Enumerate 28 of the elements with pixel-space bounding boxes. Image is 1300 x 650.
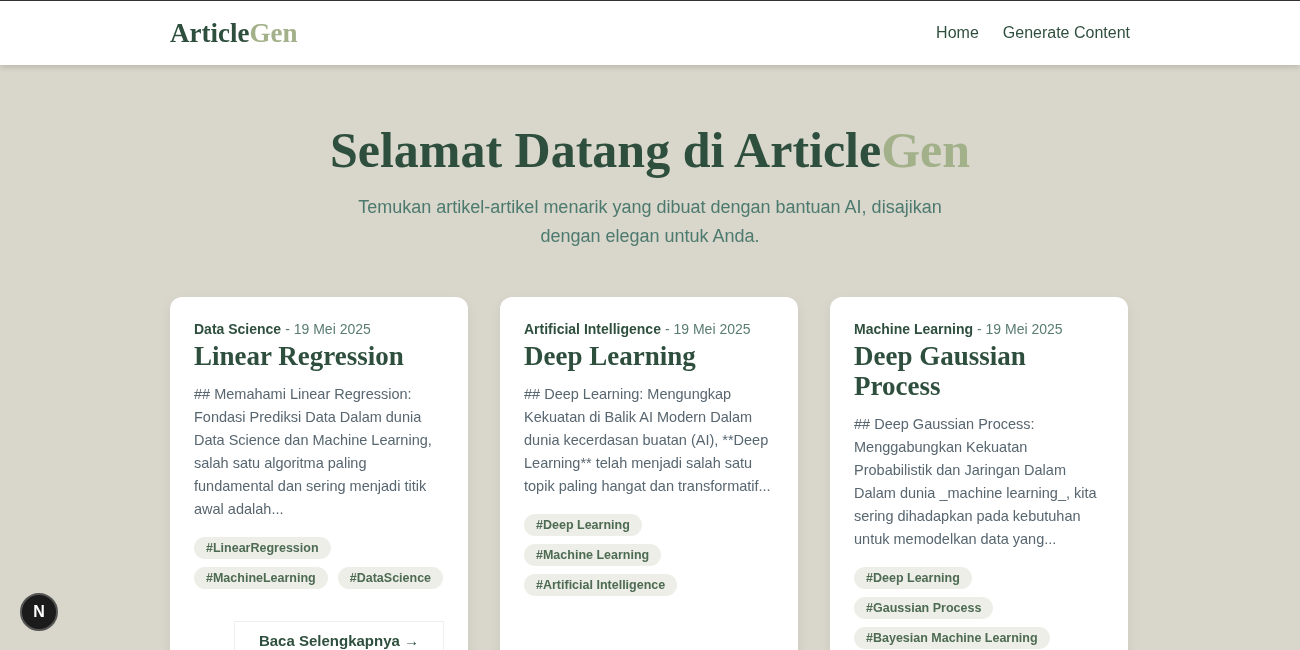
tag: #Deep Learning	[524, 514, 642, 536]
read-more-button[interactable]: Baca Selengkapnya →	[233, 621, 444, 650]
tag: #Artificial Intelligence	[524, 574, 678, 596]
tag: #Gaussian Process	[854, 597, 994, 619]
logo[interactable]: ArticleGen	[170, 17, 298, 49]
article-excerpt: ## Deep Gaussian Process: Menggabungkan Kekuatan Probabilistik dan Jaringan Dalam Dalam dunia _machine learning_, kita sering dihadapkan pada kebutuhan untuk memodelkan data yang...	[854, 415, 1098, 549]
tag: #Deep Learning	[854, 567, 972, 589]
article-category: Machine Learning	[854, 321, 974, 337]
article-excerpt: ## Memahami Linear Regression: Fondasi Prediksi Data Dalam dunia Data Science dan Machine Learning, salah satu algoritma paling fundamental dan sering menjadi titik awal adalah...	[194, 385, 433, 519]
article-excerpt: ## Deep Learning: Mengungkap Kekuatan di Balik AI Modern Dalam dunia kecerdasan buatan (AI), **Deep Learning** telah menjadi salah satu topik paling hangat dan transformatif...	[524, 385, 772, 496]
article-date: - 19 Mei 2025	[977, 321, 1063, 337]
tag: #MachineLearning	[194, 567, 328, 589]
tag: #LinearRegression	[194, 537, 331, 559]
tag: #DataScience	[337, 567, 444, 589]
dev-badge[interactable]: N	[20, 593, 58, 631]
article-category: Artificial Intelligence	[524, 321, 661, 337]
hero-title: Selamat Datang di ArticleGen	[329, 121, 971, 179]
nav-link[interactable]: Generate Content	[1002, 24, 1130, 42]
nav-link[interactable]: Home	[936, 24, 979, 42]
tag: #Bayesian Machine Learning	[854, 627, 1050, 649]
hero-subtitle: Temukan artikel-artikel menarik yang dibuat dengan bantuan AI, disajikan dengan elegan untuk Anda.	[357, 196, 943, 248]
article-date: - 19 Mei 2025	[285, 321, 371, 337]
article-category: Data Science	[194, 321, 282, 337]
article-title: Deep Learning	[524, 341, 697, 371]
article-title: Deep Gaussian Process	[854, 341, 1027, 401]
article-title: Linear Regression	[194, 341, 405, 371]
tag: #Machine Learning	[524, 544, 662, 566]
article-date: - 19 Mei 2025	[664, 321, 751, 337]
